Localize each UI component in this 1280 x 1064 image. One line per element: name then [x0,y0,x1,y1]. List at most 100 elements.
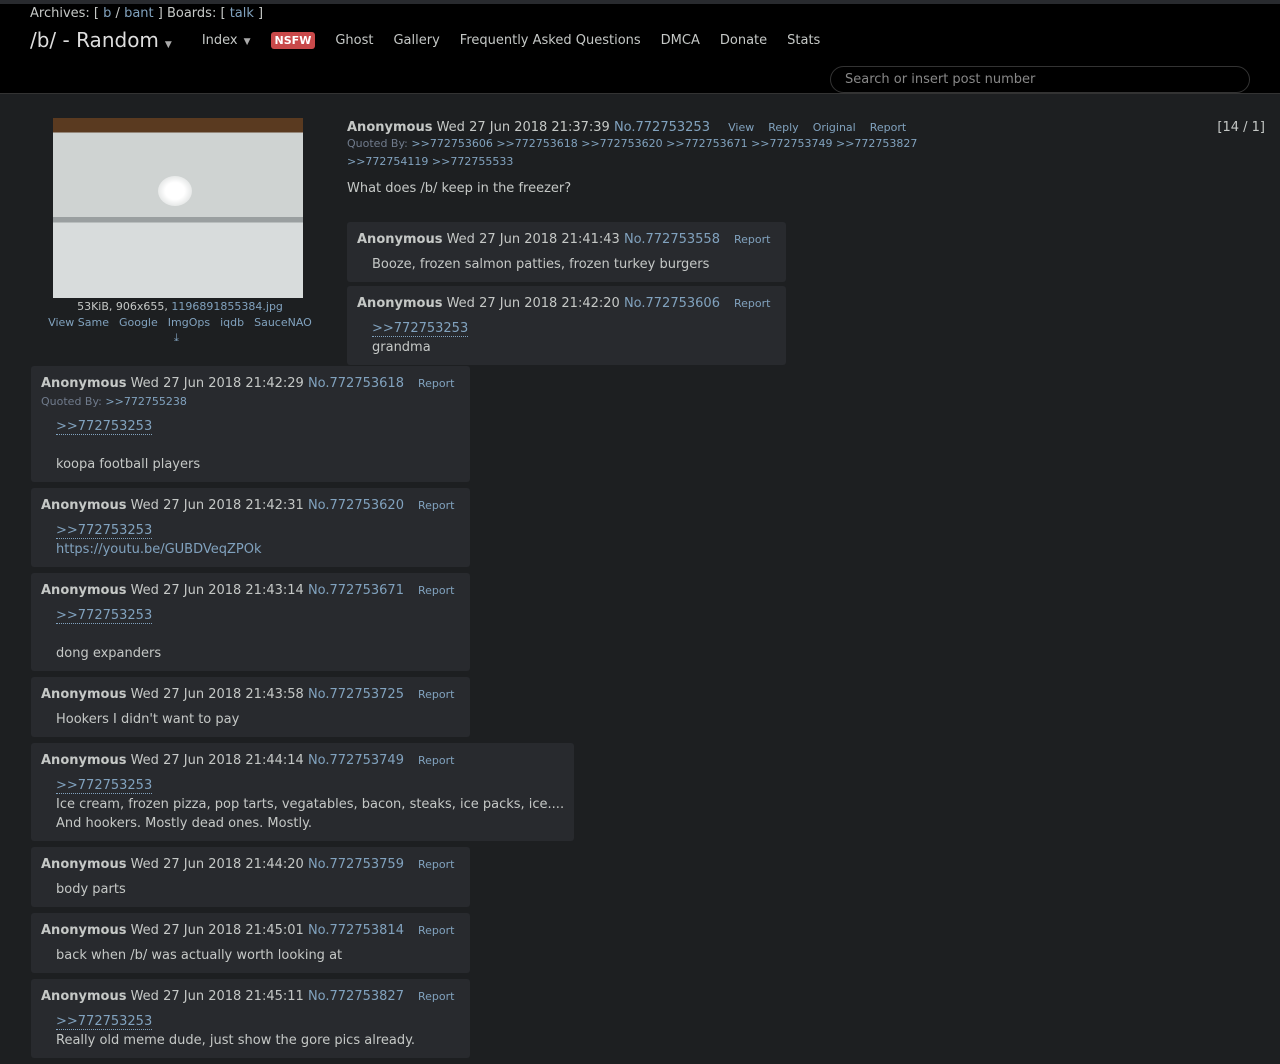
reply-post: Anonymous Wed 27 Jun 2018 21:43:58 No.77… [31,677,470,737]
google-link[interactable]: Google [119,316,158,329]
nsfw-badge[interactable]: NSFW [270,31,316,49]
reply-post: Anonymous Wed 27 Jun 2018 21:42:29 No.77… [31,366,470,482]
board-link-talk[interactable]: talk [230,6,254,21]
file-search-links: View Same Google ImgOps iqdb SauceNAO [30,316,330,329]
post-actions: Report [404,753,454,768]
nav-ghost[interactable]: Ghost [335,33,373,48]
nav-bar: /b/ - Random ▼ Index ▼ NSFW Ghost Gallery … [30,28,840,52]
reply-post: Anonymous Wed 27 Jun 2018 21:45:11 No.77… [31,979,470,1058]
post-date: Wed 27 Jun 2018 21:45:11 [130,989,304,1004]
post-number[interactable]: No.772753814 [308,923,404,938]
post-header: Anonymous Wed 27 Jun 2018 21:42:20 No.77… [357,295,776,313]
post-header: Anonymous Wed 27 Jun 2018 21:45:01 No.77… [41,922,460,940]
reply-link[interactable]: Reply [768,121,798,134]
saucenao-link[interactable]: SauceNAO [254,316,312,329]
post-header: Anonymous Wed 27 Jun 2018 21:42:29 No.77… [41,375,460,393]
post-header: Anonymous Wed 27 Jun 2018 21:44:20 No.77… [41,856,460,874]
post-body: body parts [41,874,460,899]
report-link[interactable]: Report [418,924,454,937]
view-link[interactable]: View [728,121,754,134]
post-header: Anonymous Wed 27 Jun 2018 21:43:58 No.77… [41,686,460,704]
report-link[interactable]: Report [418,584,454,597]
nav-donate[interactable]: Donate [720,33,767,48]
quote-link[interactable]: >>772753253 [56,523,153,539]
archive-link-b[interactable]: b [103,6,111,21]
post-number[interactable]: No.772753558 [624,232,720,247]
external-link[interactable]: https://youtu.be/GUBDVeqZPOk [56,542,262,557]
poster-name: Anonymous [41,753,127,768]
post-date: Wed 27 Jun 2018 21:44:14 [130,753,304,768]
board-title-dropdown[interactable]: /b/ - Random ▼ [30,28,172,52]
post-actions: Report [720,296,770,311]
quote-link[interactable]: >>772753253 [372,321,469,337]
nav-stats[interactable]: Stats [787,33,820,48]
report-link[interactable]: Report [418,990,454,1003]
imgops-link[interactable]: ImgOps [168,316,210,329]
post-body: Booze, frozen salmon patties, frozen tur… [357,249,776,274]
post-number[interactable]: No.772753606 [624,296,720,311]
post-date: Wed 27 Jun 2018 21:42:31 [130,498,304,513]
post-number[interactable]: No.772753618 [308,376,404,391]
post-header: Anonymous Wed 27 Jun 2018 21:41:43 No.77… [357,231,776,249]
quoted-by-link[interactable]: >>772753618 [496,137,577,150]
file-info: 53KiB, 906x655, 1196891855384.jpg [30,300,330,313]
post-actions: Report [404,687,454,702]
post-number[interactable]: No.772753253 [614,120,710,135]
report-link[interactable]: Report [418,858,454,871]
poster-name: Anonymous [41,583,127,598]
post-text-line: back when /b/ was actually worth looking… [56,948,343,963]
nav-dmca[interactable]: DMCA [661,33,700,48]
quoted-by-link[interactable]: >>772753749 [751,137,832,150]
poster-name: Anonymous [357,232,443,247]
poster-name: Anonymous [41,923,127,938]
op-image[interactable] [53,118,303,298]
archive-link-bant[interactable]: bant [124,6,154,21]
nav-gallery[interactable]: Gallery [393,33,439,48]
post-date: Wed 27 Jun 2018 21:41:43 [446,232,620,247]
report-link[interactable]: Report [734,233,770,246]
poster-name: Anonymous [357,296,443,311]
download-icon[interactable]: ⤓ [174,331,179,345]
quoted-by-link[interactable]: >>772753620 [581,137,662,150]
iqdb-link[interactable]: iqdb [220,316,244,329]
post-text-line [56,436,460,455]
post-actions: Report [404,989,454,1004]
file-name-link[interactable]: 1196891855384.jpg [171,300,283,313]
report-link[interactable]: Report [870,121,906,134]
quote-link[interactable]: >>772753253 [56,608,153,624]
nav-index[interactable]: Index ▼ [202,33,251,48]
quote-link[interactable]: >>772753253 [56,419,153,435]
search-input[interactable] [830,66,1250,93]
quoted-by-link[interactable]: >>772753671 [666,137,747,150]
post-text-line: Hookers I didn't want to pay [56,712,240,727]
quoted-by-link[interactable]: >>772754119 [347,155,428,168]
post-number[interactable]: No.772753725 [308,687,404,702]
post-actions: Report [404,498,454,513]
post-actions: Report [404,376,454,391]
post-header: Anonymous Wed 27 Jun 2018 21:43:14 No.77… [41,582,460,600]
quoted-by-link[interactable]: >>772753827 [836,137,917,150]
op-header: Anonymous Wed 27 Jun 2018 21:37:39 No.77… [347,120,947,135]
original-link[interactable]: Original [813,121,856,134]
view-same-link[interactable]: View Same [48,316,109,329]
report-link[interactable]: Report [418,754,454,767]
post-number[interactable]: No.772753749 [308,753,404,768]
quoted-by-link[interactable]: >>772753606 [411,137,492,150]
quoted-by-link[interactable]: >>772755238 [105,395,186,408]
post-number[interactable]: No.772753827 [308,989,404,1004]
post-text: What does /b/ keep in the freezer? [347,181,572,196]
quote-link[interactable]: >>772753253 [56,1014,153,1030]
report-link[interactable]: Report [418,499,454,512]
post-text-line: Booze, frozen salmon patties, frozen tur… [372,257,710,272]
post-text-line: body parts [56,882,126,897]
report-link[interactable]: Report [418,688,454,701]
reply-post: Anonymous Wed 27 Jun 2018 21:41:43 No.77… [347,222,786,282]
quoted-by-link[interactable]: >>772755533 [432,155,513,168]
post-number[interactable]: No.772753671 [308,583,404,598]
post-number[interactable]: No.772753759 [308,857,404,872]
nav-faq[interactable]: Frequently Asked Questions [460,33,641,48]
report-link[interactable]: Report [734,297,770,310]
report-link[interactable]: Report [418,377,454,390]
post-number[interactable]: No.772753620 [308,498,404,513]
quote-link[interactable]: >>772753253 [56,778,153,794]
